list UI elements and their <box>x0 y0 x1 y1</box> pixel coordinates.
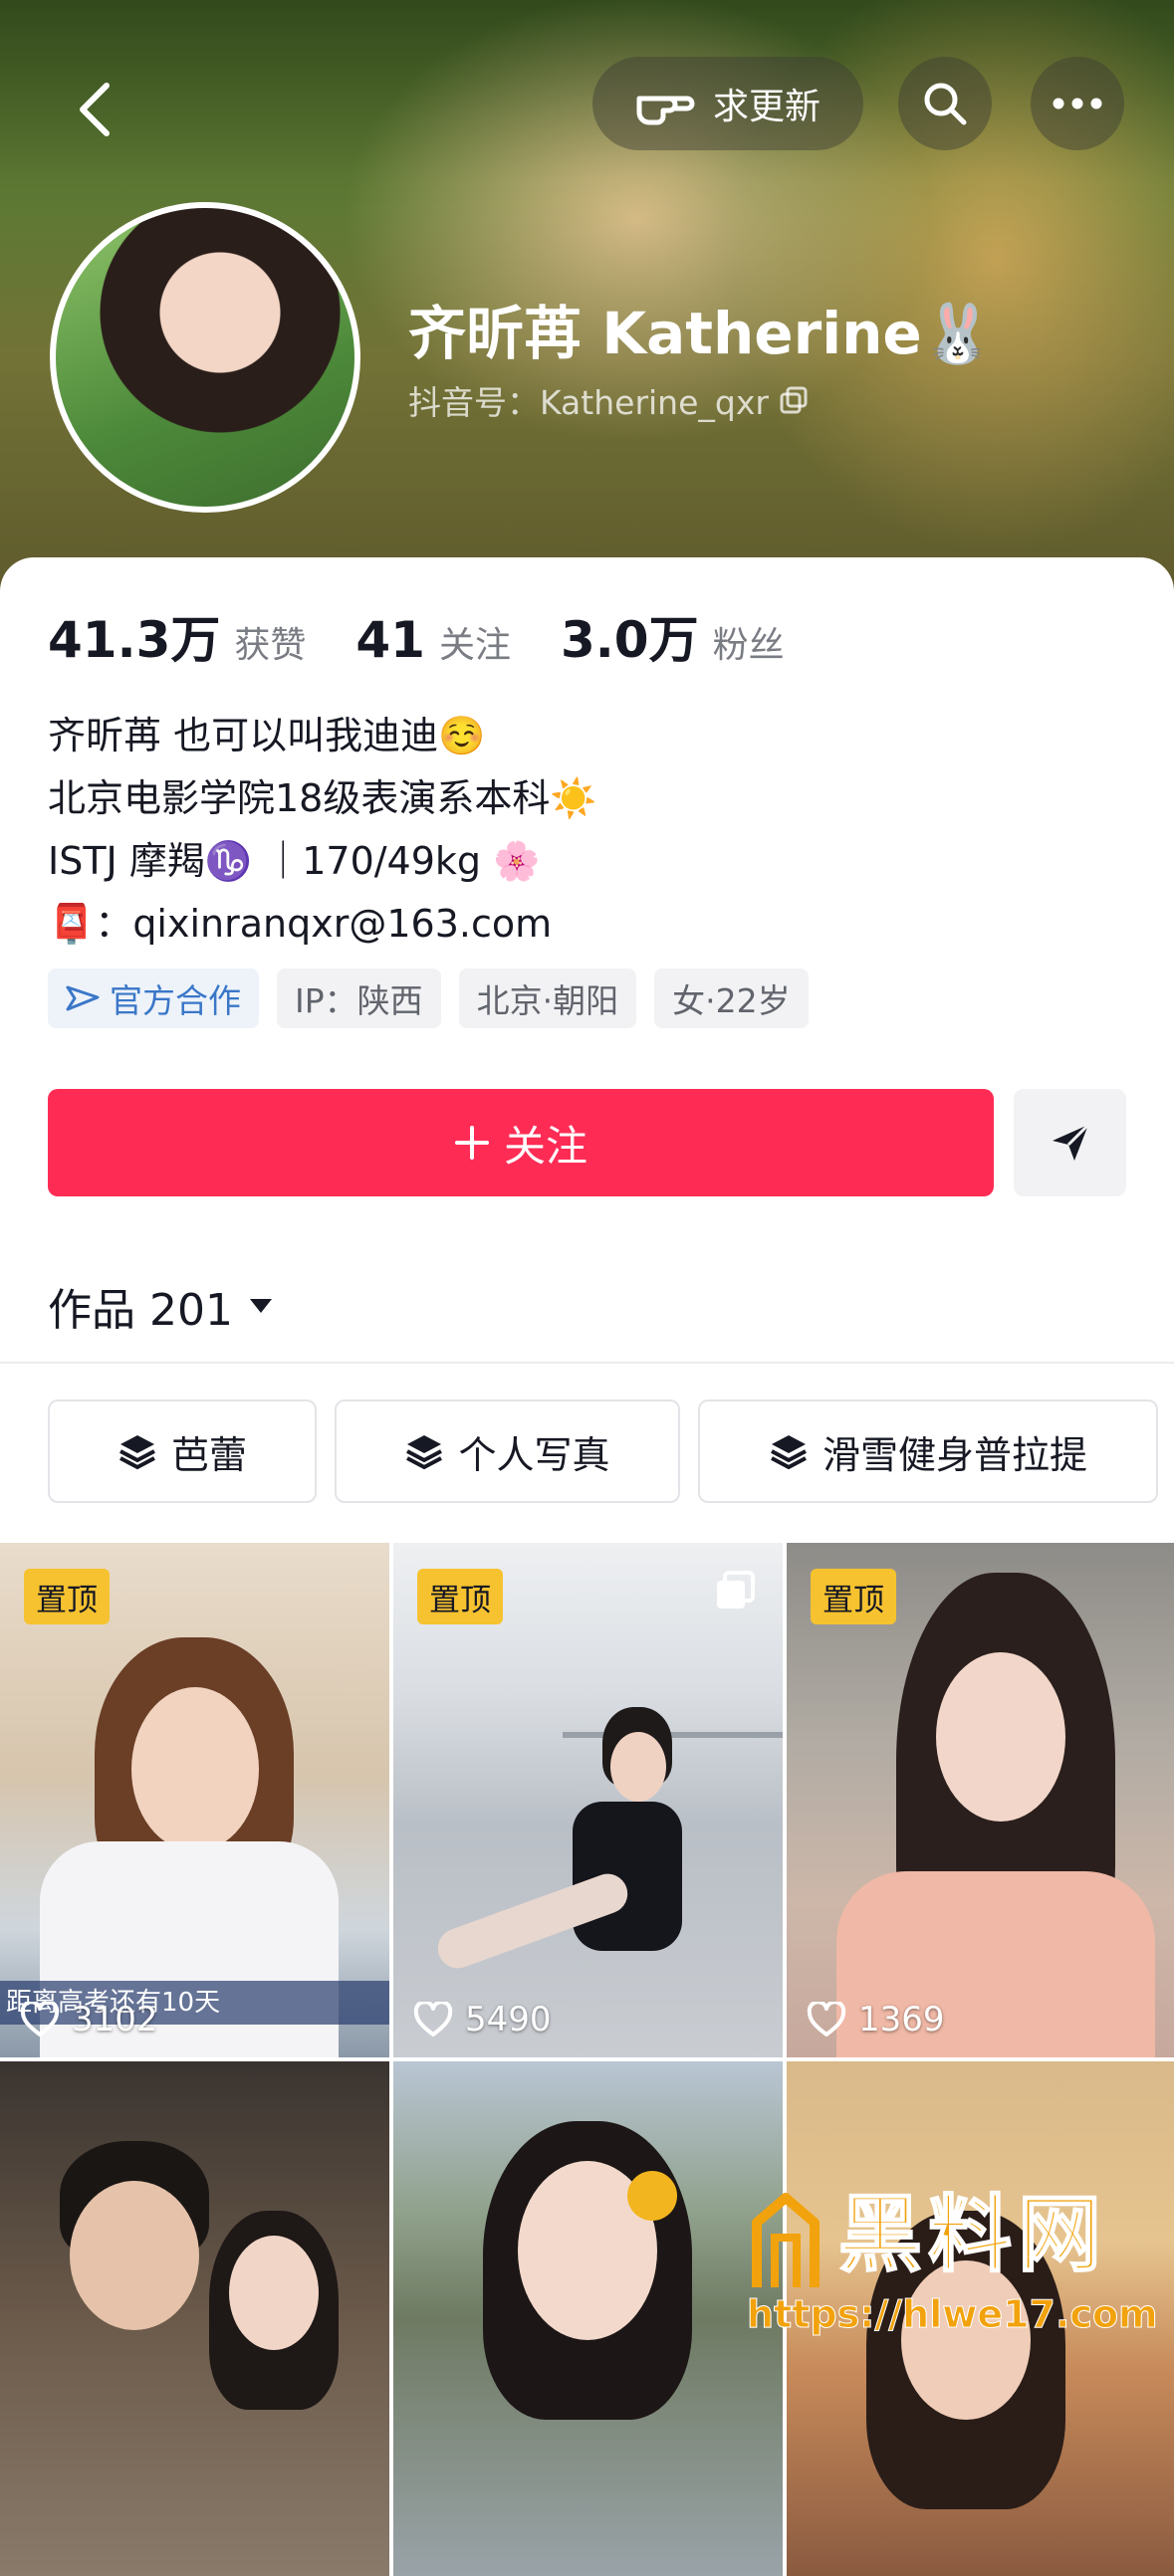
message-button[interactable] <box>1014 1089 1126 1196</box>
works-tab[interactable]: 作品 201 <box>48 1274 273 1338</box>
request-update-button[interactable]: 求更新 <box>592 57 863 150</box>
leotard-shape <box>573 1802 682 1951</box>
stats-row: 41.3万 获赞 41 关注 3.0万 粉丝 <box>48 600 785 672</box>
like-count: 5490 <box>413 2000 552 2039</box>
video-thumbnail[interactable] <box>0 2061 389 2576</box>
watermark-url: https://hlwe17.com <box>747 2292 1159 2337</box>
bio-line: ISTJ 摩羯♑️ ｜170/49kg 🌸 <box>48 839 541 883</box>
video-thumbnail[interactable] <box>393 2061 783 2576</box>
profile-name: 齐昕苒 Katherine🐰 <box>408 300 994 367</box>
copy-icon[interactable] <box>779 385 809 415</box>
tag-label: 北京·朝阳 <box>476 981 619 1020</box>
flower-shape <box>627 2171 677 2221</box>
pinned-badge: 置顶 <box>417 1569 503 1624</box>
follow-button[interactable]: 关注 <box>48 1089 994 1196</box>
plane-icon <box>66 985 100 1011</box>
video-thumbnail[interactable]: 距离高考还有10天 置顶 3102 <box>0 1543 389 2057</box>
more-button[interactable] <box>1031 57 1124 150</box>
followers-stat[interactable]: 3.0万 粉丝 <box>561 600 785 672</box>
pinned-badge: 置顶 <box>24 1569 110 1624</box>
follow-label: 关注 <box>503 1121 587 1171</box>
bio-line: 齐昕苒 也可以叫我迪迪☺️ <box>48 714 486 757</box>
search-icon <box>924 83 967 125</box>
multi-image-icon <box>717 1571 755 1609</box>
following-count: 41 <box>355 611 425 669</box>
hand-point-icon <box>636 96 695 125</box>
official-cooperation-tag[interactable]: 官方合作 <box>48 968 259 1028</box>
send-icon <box>1052 1123 1089 1161</box>
face-shape <box>229 2236 319 2350</box>
back-button[interactable] <box>55 70 134 149</box>
request-update-label: 求更新 <box>712 87 821 127</box>
gender-age-tag: 女·22岁 <box>654 968 809 1028</box>
like-count-value: 1369 <box>858 2000 945 2039</box>
avatar[interactable] <box>50 202 360 513</box>
tag-label: 女·22岁 <box>672 981 791 1020</box>
pinned-badge: 置顶 <box>811 1569 896 1624</box>
likes-count: 41.3万 <box>48 611 221 669</box>
following-stat[interactable]: 41 关注 <box>355 611 511 669</box>
city-tag: 北京·朝阳 <box>458 968 637 1028</box>
tag-label: IP：陕西 <box>295 981 423 1020</box>
divider <box>0 1362 1174 1364</box>
plus-icon <box>454 1126 489 1160</box>
video-thumbnail[interactable]: 置顶 1369 <box>787 1543 1174 2057</box>
collection-label: 个人写真 <box>458 1432 610 1477</box>
heart-icon <box>807 2002 846 2037</box>
douyin-id[interactable]: 抖音号：Katherine_qxr <box>408 376 809 424</box>
search-button[interactable] <box>898 57 992 150</box>
tag-label: 官方合作 <box>110 981 241 1020</box>
collections-row: 芭蕾 个人写真 滑雪健身普拉提 <box>48 1399 1158 1503</box>
douyin-id-text: 抖音号：Katherine_qxr <box>408 383 769 422</box>
face-shape <box>936 1652 1065 1822</box>
like-count: 3102 <box>20 2000 158 2039</box>
face-shape <box>70 2181 199 2330</box>
followers-label: 粉丝 <box>712 625 785 666</box>
bio-line: 北京电影学院18级表演系本科☀️ <box>48 776 597 820</box>
video-grid: 距离高考还有10天 置顶 3102 置顶 5490 置顶 1369 <box>0 1543 1174 2576</box>
layers-icon <box>119 1435 155 1470</box>
watermark: 黑料网 https://hlwe17.com <box>747 2185 1165 2344</box>
layers-icon <box>771 1435 807 1470</box>
more-dots-icon <box>1053 98 1102 109</box>
like-count-value: 5490 <box>465 2000 552 2039</box>
collection-portrait[interactable]: 个人写真 <box>335 1399 680 1503</box>
ip-location-tag: IP：陕西 <box>277 968 441 1028</box>
followers-count: 3.0万 <box>561 611 699 669</box>
collection-label: 滑雪健身普拉提 <box>822 1432 1087 1477</box>
face-shape <box>131 1687 259 1851</box>
like-count-value: 3102 <box>72 2000 158 2039</box>
bio-line: 📮：qixinranqxr@163.com <box>48 902 553 946</box>
collection-ballet[interactable]: 芭蕾 <box>48 1399 317 1503</box>
chevron-left-icon <box>80 83 110 136</box>
like-count: 1369 <box>807 2000 945 2039</box>
heart-icon <box>20 2002 60 2037</box>
collection-ski-fitness[interactable]: 滑雪健身普拉提 <box>698 1399 1158 1503</box>
watermark-brand: 黑料网 <box>837 2185 1108 2284</box>
watermark-logo-icon <box>752 2193 820 2287</box>
video-thumbnail[interactable]: 置顶 5490 <box>393 1543 783 2057</box>
heart-icon <box>413 2002 453 2037</box>
ballet-barre <box>563 1732 783 1738</box>
following-label: 关注 <box>438 625 511 666</box>
layers-icon <box>406 1435 443 1470</box>
caret-down-icon <box>249 1299 272 1313</box>
profile-tags: 官方合作 IP：陕西 北京·朝阳 女·22岁 <box>48 968 809 1028</box>
likes-label: 获赞 <box>234 625 307 666</box>
face-shape <box>610 1732 666 1802</box>
works-label: 作品 201 <box>48 1285 233 1336</box>
collection-label: 芭蕾 <box>170 1432 247 1477</box>
likes-stat[interactable]: 41.3万 获赞 <box>48 600 306 672</box>
